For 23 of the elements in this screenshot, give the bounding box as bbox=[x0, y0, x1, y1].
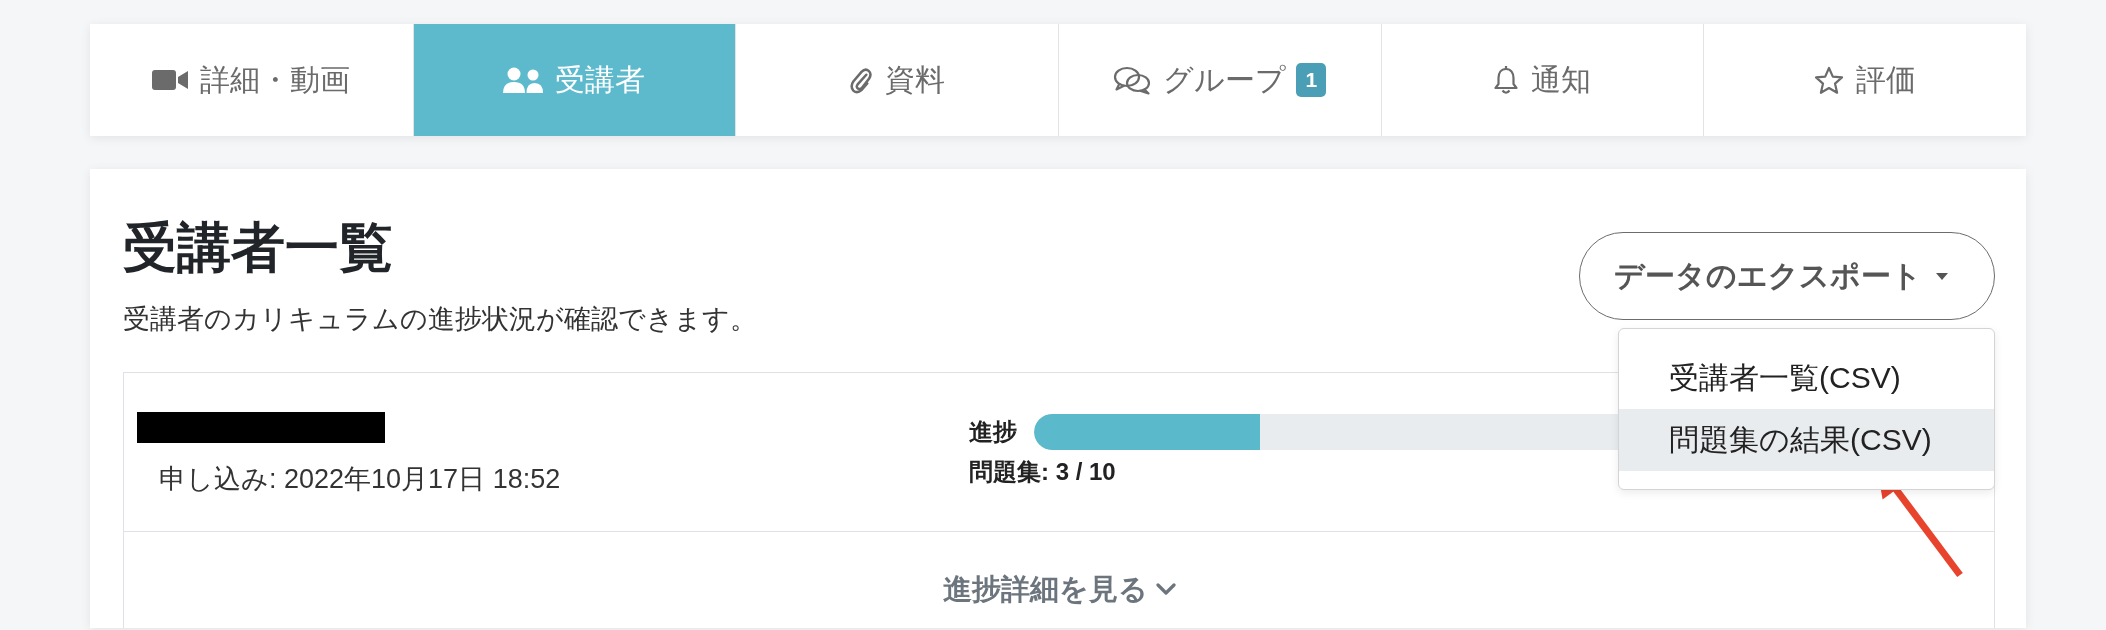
paperclip-icon bbox=[849, 65, 874, 95]
count-badge: 1 bbox=[1296, 63, 1327, 97]
chevron-down-icon bbox=[1155, 583, 1176, 595]
star-icon bbox=[1814, 65, 1845, 95]
details-toggle[interactable]: 進捗詳細を見る bbox=[942, 572, 1176, 606]
menu-item[interactable]: 問題集の結果(CSV) bbox=[1619, 409, 1994, 471]
tab[interactable]: 評価 bbox=[1703, 24, 2026, 136]
speech-bubbles-icon bbox=[1113, 65, 1152, 95]
page-description: 受講者のカリキュラムの進捗状況が確認できます。 bbox=[123, 303, 757, 336]
menu-item[interactable]: 受講者一覧(CSV) bbox=[1619, 347, 1994, 409]
progress-count: 問題集: 3 / 10 bbox=[969, 457, 1116, 487]
tab[interactable]: グループ 1 bbox=[1058, 24, 1381, 136]
tab[interactable]: 詳細・動画 bbox=[90, 24, 413, 136]
application-date: 申し込み: 2022年10月17日 18:52 bbox=[159, 463, 561, 496]
progress-label: 進捗 bbox=[969, 417, 1017, 447]
users-icon bbox=[503, 67, 544, 93]
tab[interactable]: 通知 bbox=[1380, 24, 1704, 136]
page-title: 受講者一覧 bbox=[123, 216, 393, 279]
tab[interactable]: 資料 bbox=[735, 24, 1058, 136]
caret-icon bbox=[1936, 272, 1948, 280]
export-dropdown-button[interactable]: データのエクスポート bbox=[1579, 232, 1995, 320]
bell-icon bbox=[1493, 65, 1520, 95]
video-camera-icon bbox=[152, 68, 189, 92]
